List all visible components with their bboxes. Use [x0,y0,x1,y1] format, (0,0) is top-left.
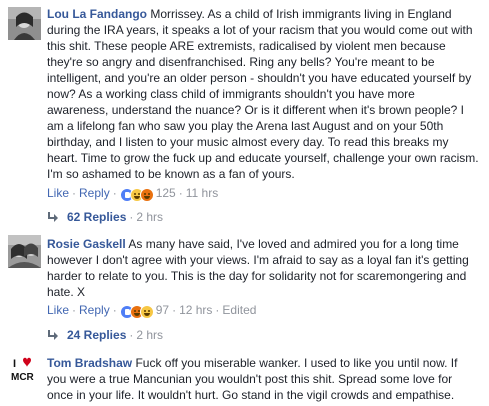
avatar[interactable] [8,235,41,268]
replies-count[interactable]: 24 Replies [67,328,126,342]
like-button[interactable]: Like [47,303,69,317]
separator: · [72,303,77,317]
replies-time: 2 hrs [136,328,164,342]
separator: · [72,186,77,200]
reaction-count[interactable]: 125 [156,186,176,200]
reactions[interactable] [119,188,154,202]
avatar-image [8,235,41,268]
replies-count[interactable]: 62 Replies [67,210,126,224]
replies-link[interactable]: 62 Replies · 2 hrs [47,209,163,225]
separator: · [172,303,177,317]
avatar-text: MCR [11,372,35,383]
comment-author[interactable]: Lou La Fandango [47,7,147,21]
angry-reaction-icon [139,188,154,202]
reply-button[interactable]: Reply [79,303,110,317]
avatar[interactable] [8,7,41,40]
comment-body: Lou La Fandango Morrissey. As a child of… [47,6,479,182]
comment-time[interactable]: 11 hrs [186,186,218,200]
separator: · [112,303,117,317]
separator: · [112,186,117,200]
avatar-letter: I [13,358,16,370]
comment-time[interactable]: 12 hrs [179,303,212,317]
avatar-image [8,7,41,40]
haha-reaction-icon [139,305,154,319]
avatar-image: I MCR [8,354,41,387]
comment-author[interactable]: Rosie Gaskell [47,237,126,251]
replies-link[interactable]: 24 Replies · 2 hrs [47,327,163,343]
comment-text: Morrissey. As a child of Irish immigrant… [47,7,479,181]
reply-button[interactable]: Reply [79,186,110,200]
like-button[interactable]: Like [47,186,69,200]
separator: · [178,186,183,200]
edited-label[interactable]: Edited [222,303,256,317]
reply-arrow-icon [47,330,59,340]
reaction-count[interactable]: 97 [156,303,169,317]
separator: · [129,328,134,342]
separator: · [129,210,134,224]
reactions[interactable] [119,305,154,319]
comment-body: Rosie Gaskell As many have said, I've lo… [47,236,479,300]
comment-author[interactable]: Tom Bradshaw [47,356,132,370]
comment-body: Tom Bradshaw Fuck off you miserable wank… [47,355,479,403]
separator: · [215,303,220,317]
reply-arrow-icon [47,212,59,222]
avatar[interactable]: I MCR [8,354,41,387]
comment-actions: Like · Reply · 125 · 11 hrs [47,185,218,202]
comment-actions: Like · Reply · 97 · 12 hrs · Edited [47,302,256,319]
replies-time: 2 hrs [136,210,164,224]
